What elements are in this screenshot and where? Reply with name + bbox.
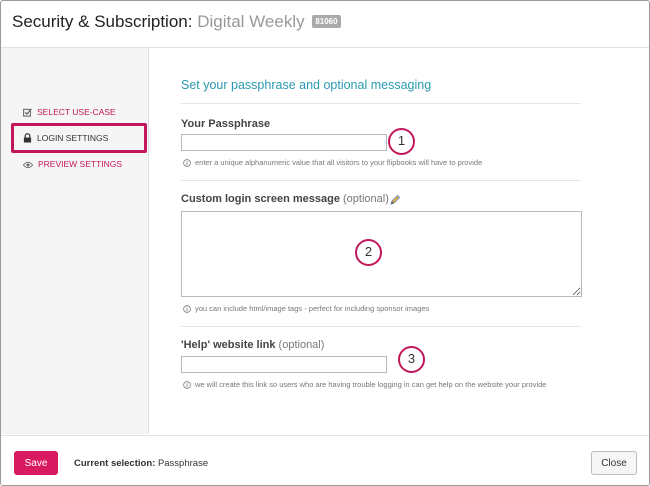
info-icon xyxy=(183,159,191,167)
lock-icon xyxy=(23,133,32,143)
annotation-marker-3: 3 xyxy=(398,346,425,373)
passphrase-hint: enter a unique alphanumeric value that a… xyxy=(183,158,482,167)
help-link-hint-text: we will create this link so users who ar… xyxy=(195,380,547,389)
checkbox-icon xyxy=(23,108,32,117)
sidebar-item-login-settings[interactable]: LOGIN SETTINGS xyxy=(23,133,108,143)
current-selection-label: Current selection: xyxy=(74,458,156,469)
annotation-marker-2: 2 xyxy=(355,239,382,266)
divider xyxy=(181,180,581,181)
sidebar-item-label: SELECT USE-CASE xyxy=(37,107,116,117)
help-link-input[interactable] xyxy=(181,356,387,373)
dialog-footer: Save Current selection: Passphrase Close xyxy=(1,435,649,485)
publication-id-badge: 81060 xyxy=(312,15,341,28)
annotation-marker-1: 1 xyxy=(388,128,415,155)
optional-tag: (optional) xyxy=(343,193,389,205)
help-link-label: 'Help' website link (optional) xyxy=(181,339,324,351)
save-button[interactable]: Save xyxy=(14,451,58,475)
dialog-header: Security & Subscription: Digital Weekly … xyxy=(1,1,649,48)
help-link-hint: we will create this link so users who ar… xyxy=(183,380,546,389)
edit-pencil-icon[interactable] xyxy=(389,194,401,206)
passphrase-input[interactable] xyxy=(181,134,387,151)
passphrase-label-text: Your Passphrase xyxy=(181,118,271,130)
sidebar-item-label: LOGIN SETTINGS xyxy=(37,133,109,143)
help-link-label-text: 'Help' website link xyxy=(181,339,276,351)
login-message-label: Custom login screen message (optional) xyxy=(181,193,389,205)
info-icon xyxy=(183,305,191,313)
optional-tag: (optional) xyxy=(278,339,325,351)
current-selection: Current selection: Passphrase xyxy=(74,458,208,469)
main-content: Set your passphrase and optional messagi… xyxy=(149,48,649,434)
info-icon xyxy=(183,381,191,389)
divider xyxy=(181,103,581,104)
sidebar-item-preview-settings[interactable]: PREVIEW SETTINGS xyxy=(22,159,123,169)
login-message-label-text: Custom login screen message xyxy=(181,193,340,205)
sidebar-item-select-use-case[interactable]: SELECT USE-CASE xyxy=(23,107,116,117)
eye-icon xyxy=(22,161,34,169)
section-title: Set your passphrase and optional messagi… xyxy=(181,78,432,92)
title-main: Security & Subscription: xyxy=(12,12,193,31)
passphrase-label: Your Passphrase xyxy=(181,118,270,130)
divider xyxy=(181,326,581,327)
current-selection-value: Passphrase xyxy=(157,458,209,469)
title-publication: Digital Weekly xyxy=(197,12,305,31)
dialog-window: Security & Subscription: Digital Weekly … xyxy=(0,0,650,486)
close-button[interactable]: Close xyxy=(591,451,637,475)
sidebar: SELECT USE-CASE LOGIN SETTINGS PREVIEW S… xyxy=(1,48,149,434)
login-message-hint: you can include html/image tags - perfec… xyxy=(183,304,429,313)
passphrase-hint-text: enter a unique alphanumeric value that a… xyxy=(195,158,483,167)
login-message-hint-text: you can include html/image tags - perfec… xyxy=(195,304,430,313)
dialog-title: Security & Subscription: Digital Weekly … xyxy=(12,12,341,32)
sidebar-item-label: PREVIEW SETTINGS xyxy=(38,159,123,169)
